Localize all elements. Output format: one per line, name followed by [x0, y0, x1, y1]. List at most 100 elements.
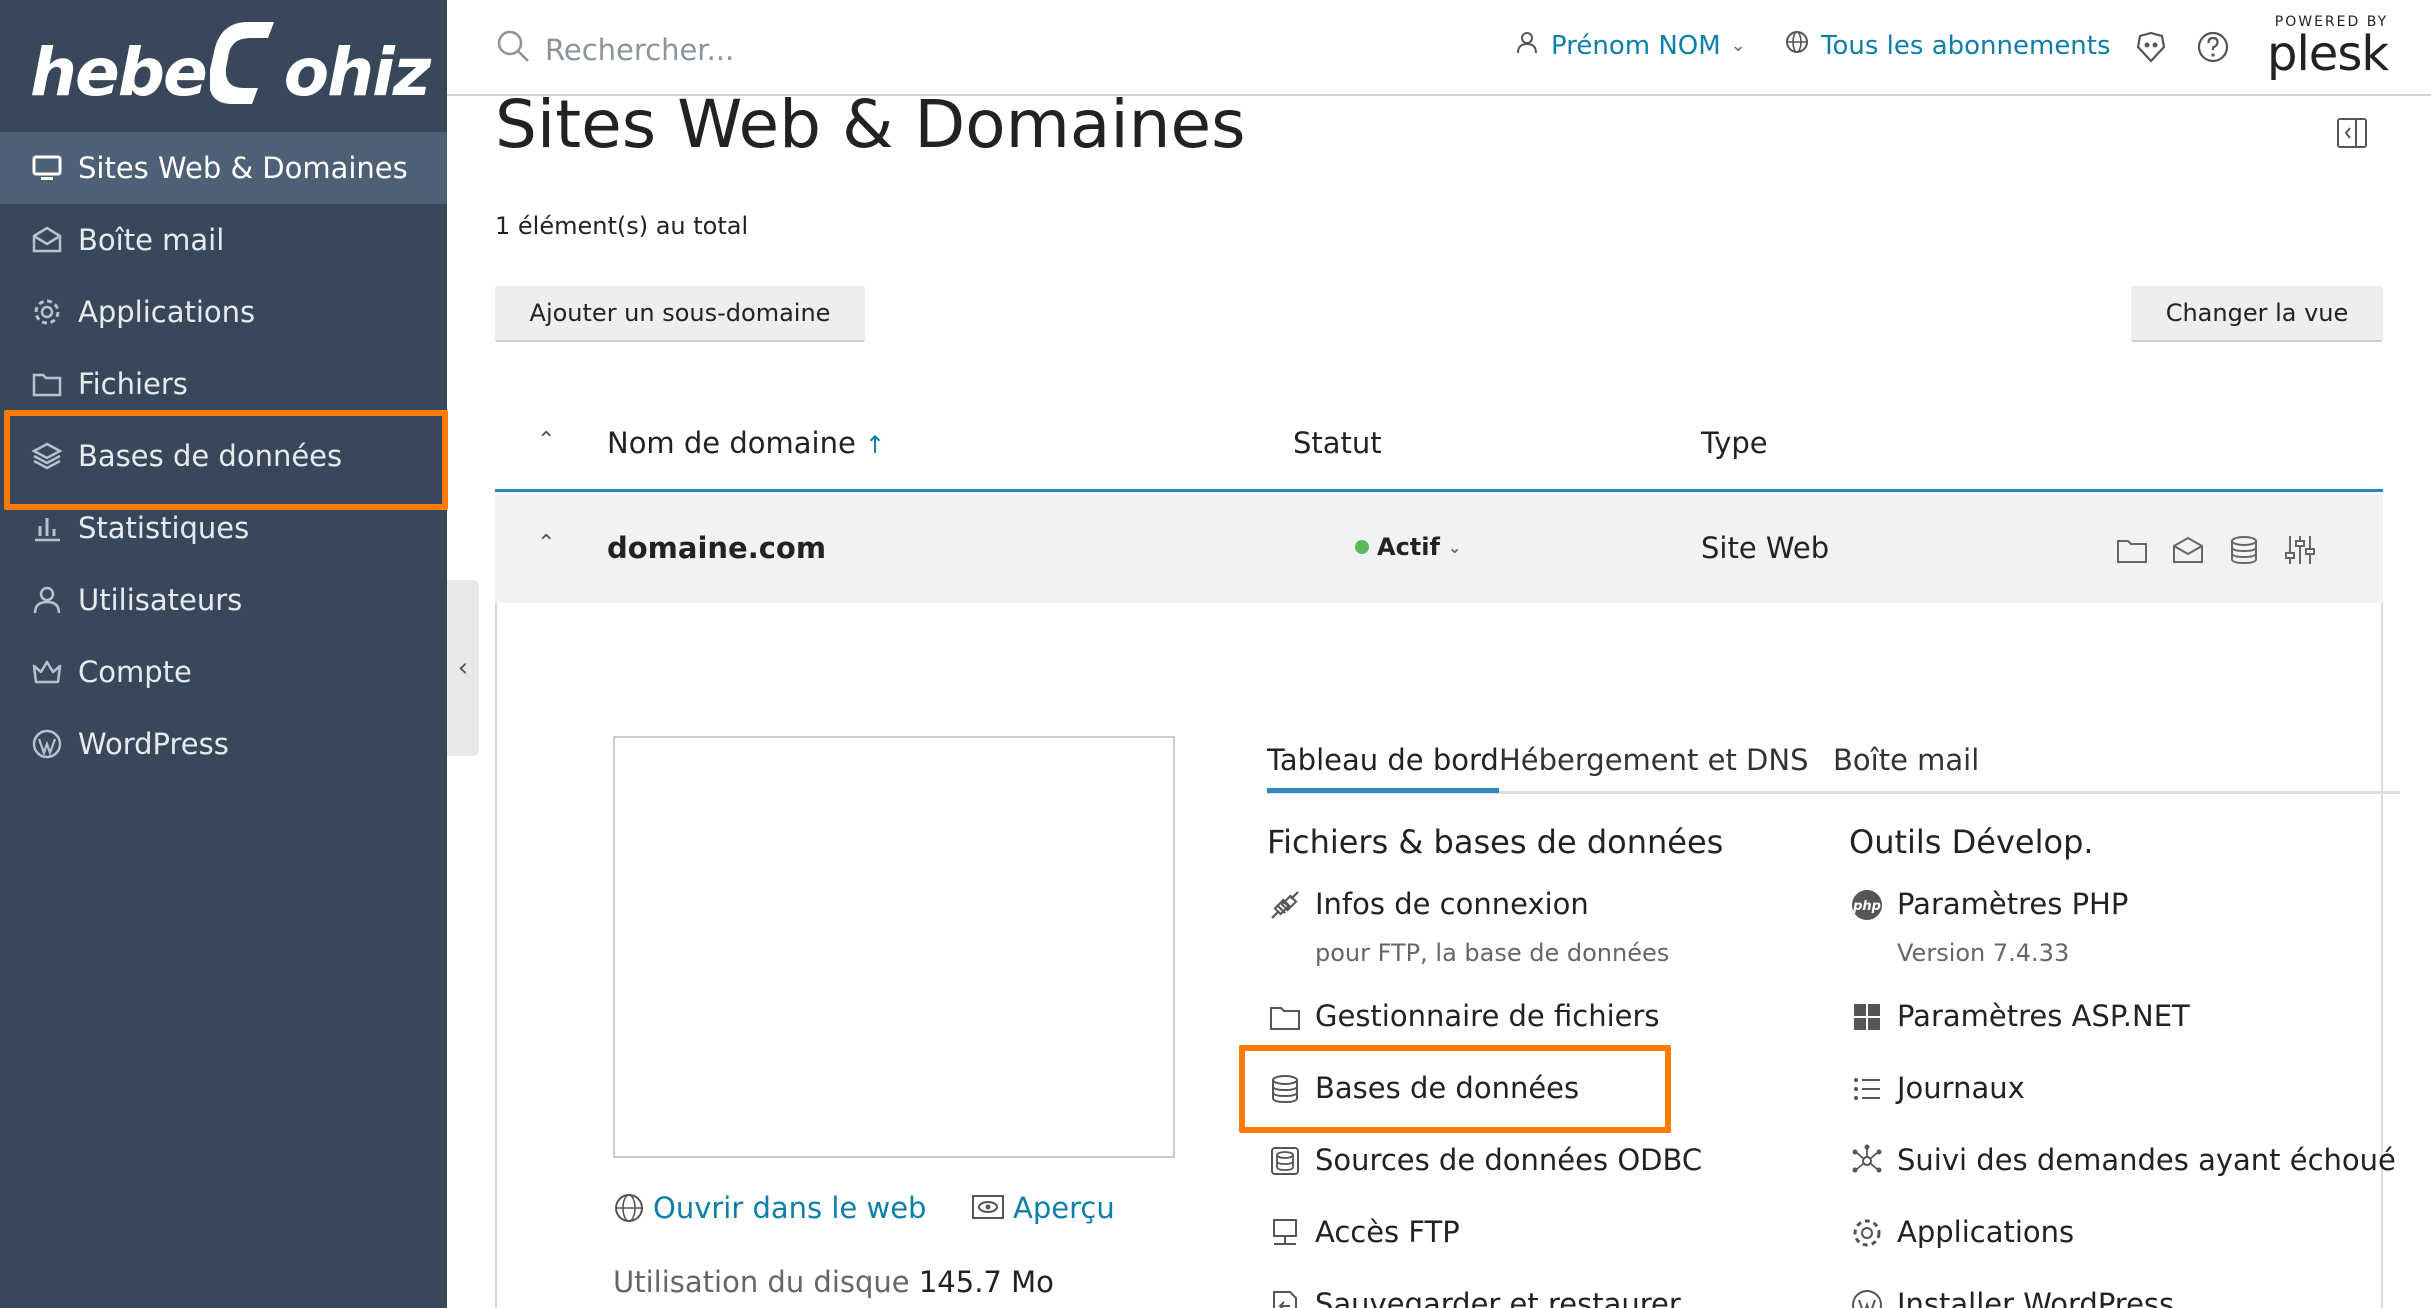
backup-restore-link[interactable]: Sauvegarder et restaurer: [1267, 1287, 1681, 1308]
open-in-web-label: Ouvrir dans le web: [653, 1191, 927, 1225]
sidebar: hebe ohiz Sites Web & Domaines Boîte mail…: [0, 0, 448, 1308]
search-input[interactable]: Rechercher...: [545, 33, 734, 67]
side-panel-toggle-icon[interactable]: [2335, 116, 2369, 150]
status-dropdown[interactable]: Actif ⌄: [1355, 533, 1461, 561]
settings-sliders-icon[interactable]: [2283, 533, 2317, 567]
logo-mark-icon: [208, 18, 280, 136]
chevron-up-icon[interactable]: ⌃: [537, 531, 555, 556]
sidebar-item-label: Utilisateurs: [78, 583, 243, 617]
aspnet-settings-link[interactable]: Paramètres ASP.NET: [1849, 999, 2190, 1035]
user-icon: [1515, 30, 1551, 61]
disk-usage-label: Utilisation du disque: [613, 1265, 910, 1299]
globe-icon: [1785, 30, 1821, 61]
folder-icon[interactable]: [2115, 533, 2149, 567]
sidebar-item-label: Statistiques: [78, 511, 250, 545]
chevron-down-icon: ⌄: [1447, 537, 1462, 557]
crown-icon: [30, 655, 64, 689]
user-menu[interactable]: Prénom NOM ⌄: [1515, 30, 1746, 61]
folder-icon: [30, 367, 64, 401]
item-label: Installer WordPress: [1897, 1287, 2175, 1308]
files-section-title: Fichiers & bases de données: [1267, 823, 1724, 861]
connection-info-subtitle: pour FTP, la base de données: [1315, 939, 1670, 967]
monitor-icon: [30, 151, 64, 185]
sidebar-item-label: Boîte mail: [78, 223, 225, 257]
windows-icon: [1849, 999, 1885, 1035]
tab-tableau-de-bord[interactable]: Tableau de bord: [1267, 743, 1499, 793]
subscriptions-menu[interactable]: Tous les abonnements: [1785, 30, 2111, 61]
sidebar-item-applications[interactable]: Applications: [0, 276, 447, 348]
connection-info-link[interactable]: Infos de connexion: [1267, 887, 1589, 923]
item-label: Sources de données ODBC: [1315, 1143, 1703, 1177]
item-label: Paramètres PHP: [1897, 887, 2129, 921]
site-screenshot-thumbnail[interactable]: [613, 736, 1175, 1158]
user-name: Prénom NOM: [1551, 30, 1721, 61]
plug-icon: [1267, 887, 1303, 923]
tab-hebergement-dns[interactable]: Hébergement et DNS: [1499, 743, 1808, 777]
item-label: Gestionnaire de fichiers: [1315, 999, 1660, 1033]
mail-icon: [30, 223, 64, 257]
item-label: Journaux: [1897, 1071, 2025, 1105]
tab-boite-mail[interactable]: Boîte mail: [1833, 743, 1979, 777]
open-in-web-link[interactable]: Ouvrir dans le web: [613, 1191, 926, 1225]
item-label: Sauvegarder et restaurer: [1315, 1287, 1681, 1308]
column-domain-label: Nom de domaine: [607, 426, 856, 460]
table-header: ⌃ Nom de domaine ↑ Statut Type: [495, 396, 2383, 492]
plesk-logo[interactable]: POWERED BY plesk: [2267, 14, 2389, 78]
folder-icon: [1267, 999, 1303, 1035]
search-box[interactable]: Rechercher...: [495, 28, 734, 71]
odbc-icon: [1267, 1143, 1303, 1179]
backup-icon: [1267, 1287, 1303, 1308]
sidebar-item-label: Applications: [78, 295, 256, 329]
sidebar-item-compte[interactable]: Compte: [0, 636, 447, 708]
php-version: Version 7.4.33: [1897, 939, 2070, 967]
help-icon[interactable]: [2196, 30, 2230, 64]
globe-icon: [615, 1194, 643, 1222]
page-title: Sites Web & Domaines: [495, 86, 1246, 163]
add-subdomain-button[interactable]: Ajouter un sous-domaine: [495, 286, 865, 342]
database-icon[interactable]: [2227, 533, 2261, 567]
change-view-button[interactable]: Changer la vue: [2131, 286, 2383, 342]
column-domain-name[interactable]: Nom de domaine ↑: [607, 426, 885, 460]
column-type[interactable]: Type: [1701, 426, 1768, 460]
gear-icon: [30, 295, 64, 329]
sidebar-item-wordpress[interactable]: WordPress: [0, 708, 447, 780]
chevron-down-icon: ⌄: [1730, 35, 1746, 56]
collapse-all-icon[interactable]: ⌃: [537, 428, 555, 453]
applications-link[interactable]: Applications: [1849, 1215, 2074, 1251]
sidebar-item-label: WordPress: [78, 727, 229, 761]
sidebar-item-sites-web[interactable]: Sites Web & Domaines: [0, 132, 447, 204]
table-row[interactable]: ⌃ domaine.com Actif ⌄ Site Web: [495, 495, 2383, 603]
preview-link[interactable]: Aperçu: [971, 1191, 1115, 1225]
php-settings-link[interactable]: php Paramètres PHP: [1849, 887, 2128, 923]
item-label: Accès FTP: [1315, 1215, 1460, 1249]
column-status[interactable]: Statut: [1293, 426, 1382, 460]
status-dot-icon: [1355, 540, 1369, 554]
user-icon: [30, 583, 64, 617]
item-label: Infos de connexion: [1315, 887, 1589, 921]
sort-ascending-icon: ↑: [865, 431, 886, 459]
sidebar-item-label: Fichiers: [78, 367, 188, 401]
items-total: 1 élément(s) au total: [495, 212, 749, 240]
ftp-access-link[interactable]: Accès FTP: [1267, 1215, 1460, 1251]
extensions-icon[interactable]: [2134, 30, 2168, 64]
search-icon: [495, 28, 545, 71]
network-icon: [1849, 1143, 1885, 1179]
wordpress-icon: [1849, 1287, 1885, 1308]
install-wordpress-link[interactable]: Installer WordPress: [1849, 1287, 2174, 1308]
sidebar-item-boite-mail[interactable]: Boîte mail: [0, 204, 447, 276]
failed-requests-link[interactable]: Suivi des demandes ayant échoué: [1849, 1143, 2396, 1179]
odbc-link[interactable]: Sources de données ODBC: [1267, 1143, 1702, 1179]
sidebar-item-label: Sites Web & Domaines: [78, 151, 408, 185]
site-type: Site Web: [1701, 531, 1830, 565]
eye-icon: [972, 1195, 1004, 1219]
brand-logo[interactable]: hebe ohiz: [30, 18, 431, 118]
domain-name[interactable]: domaine.com: [607, 531, 826, 565]
mail-icon[interactable]: [2171, 533, 2205, 567]
ftp-icon: [1267, 1215, 1303, 1251]
list-icon: [1849, 1071, 1885, 1107]
top-bar: Rechercher... Prénom NOM ⌄ Tous les abon…: [447, 0, 2431, 96]
gear-icon: [1849, 1215, 1885, 1251]
logs-link[interactable]: Journaux: [1849, 1071, 2025, 1107]
file-manager-link[interactable]: Gestionnaire de fichiers: [1267, 999, 1660, 1035]
sidebar-item-utilisateurs[interactable]: Utilisateurs: [0, 564, 447, 636]
